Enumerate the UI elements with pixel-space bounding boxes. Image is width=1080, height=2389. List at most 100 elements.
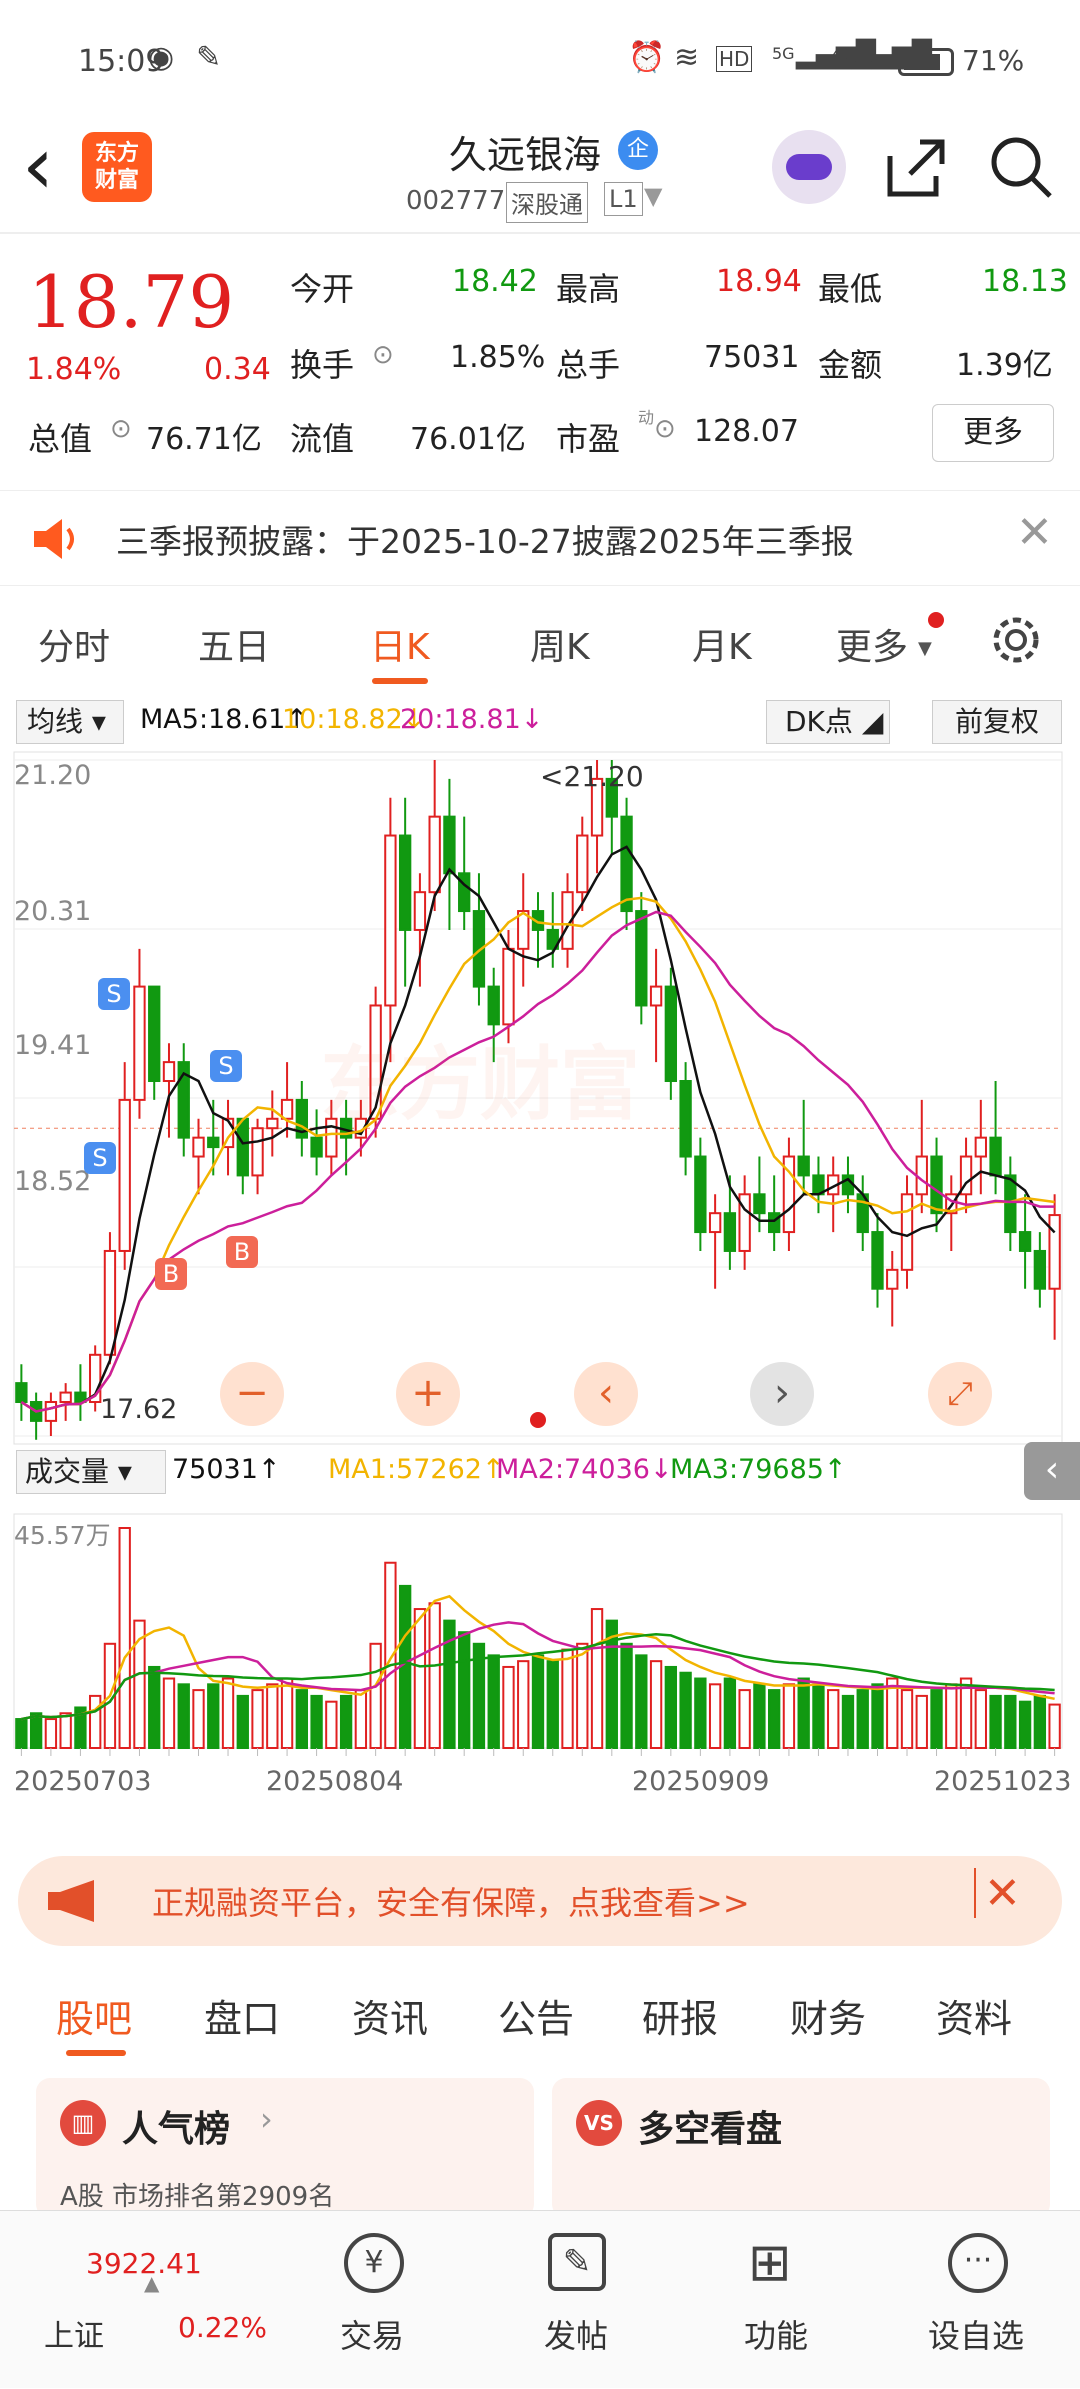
price-tick-3: 19.41 bbox=[14, 1030, 92, 1061]
volume-selector[interactable]: 成交量 ▾ bbox=[16, 1450, 166, 1494]
close-icon[interactable]: ✕ bbox=[984, 1868, 1021, 1919]
sell-marker[interactable]: S bbox=[210, 1050, 242, 1082]
more-icon: ··· bbox=[948, 2233, 1008, 2293]
notice-bar[interactable]: 三季报预披露：于2025-10-27披露2025年三季报 ✕ bbox=[0, 490, 1080, 586]
info-icon[interactable]: ⊙ bbox=[372, 340, 394, 370]
tab-five-day[interactable]: 五日 bbox=[198, 618, 270, 670]
volume-bar bbox=[339, 1694, 353, 1749]
buy-marker[interactable]: B bbox=[155, 1258, 187, 1290]
kline-chart-area[interactable]: 均线 ▾ MA5:18.61↑ 10:18.82↓ 20:18.81↓ DK点 … bbox=[0, 690, 1080, 1840]
assistant-avatar[interactable] bbox=[772, 130, 846, 204]
nav-add-favorite[interactable]: ··· 设自选 bbox=[876, 2211, 1076, 2389]
volume-bar bbox=[148, 1665, 161, 1750]
tab-daily-k[interactable]: 日K bbox=[370, 618, 430, 670]
high-label: 最高 bbox=[556, 270, 621, 308]
candle-body bbox=[1018, 1231, 1032, 1252]
high-marker: <21.20 bbox=[540, 760, 644, 793]
candle-body bbox=[1033, 1249, 1047, 1290]
next-button[interactable]: › bbox=[750, 1362, 814, 1426]
volume-bar bbox=[945, 1683, 958, 1750]
nav-post[interactable]: ✎ 发帖 bbox=[476, 2211, 676, 2389]
volume-bar bbox=[266, 1683, 279, 1750]
vol-ma3: MA3:79685↑ bbox=[670, 1454, 847, 1485]
chevron-down-icon[interactable]: ▼ bbox=[644, 182, 662, 210]
search-icon[interactable] bbox=[988, 134, 1054, 200]
sell-marker[interactable]: S bbox=[98, 978, 130, 1010]
ma10-line bbox=[20, 896, 1055, 1413]
amount-label: 金额 bbox=[818, 346, 883, 384]
date-tick-1: 20250703 bbox=[14, 1766, 152, 1797]
close-icon[interactable]: ✕ bbox=[1016, 507, 1053, 558]
vol-ma1: MA1:57262↑ bbox=[328, 1454, 505, 1485]
candle-body bbox=[871, 1231, 884, 1290]
volume-bar bbox=[620, 1642, 633, 1750]
candle-body bbox=[1004, 1174, 1017, 1234]
tab-guba[interactable]: 股吧 bbox=[56, 1988, 132, 2043]
collapse-panel-button[interactable]: ‹ bbox=[1024, 1442, 1080, 1500]
stock-code: 002777 bbox=[406, 186, 506, 216]
tab-finance[interactable]: 财务 bbox=[790, 1988, 866, 2043]
zoom-out-button[interactable]: − bbox=[220, 1362, 284, 1426]
prev-button[interactable]: ‹ bbox=[574, 1362, 638, 1426]
popularity-card[interactable]: ▥ 人气榜 › A股 市场排名第2909名 bbox=[36, 2078, 534, 2218]
fullscreen-icon[interactable]: ⤢ bbox=[928, 1362, 992, 1426]
candle-body bbox=[428, 815, 441, 894]
tab-monthly-k[interactable]: 月K bbox=[692, 618, 752, 670]
volume-bar bbox=[797, 1677, 810, 1749]
position-dot bbox=[530, 1412, 546, 1428]
settings-icon[interactable] bbox=[988, 612, 1044, 668]
nav-functions[interactable]: ⊞ 功能 bbox=[676, 2211, 876, 2389]
candle-body bbox=[797, 1155, 810, 1177]
buy-marker[interactable]: B bbox=[226, 1236, 258, 1268]
trade-icon: ¥ bbox=[344, 2233, 404, 2293]
volume-bar bbox=[1004, 1694, 1017, 1749]
volume-bar bbox=[251, 1689, 264, 1750]
candle-body bbox=[162, 1061, 176, 1083]
candle-body bbox=[118, 1098, 131, 1252]
candle-body bbox=[915, 1155, 928, 1196]
tab-research[interactable]: 研报 bbox=[642, 1988, 718, 2043]
tab-more[interactable]: 更多 bbox=[836, 618, 908, 670]
info-icon-3[interactable]: ⊙ bbox=[654, 414, 676, 444]
volume-bar bbox=[413, 1608, 427, 1749]
candle-body bbox=[768, 1212, 781, 1234]
nav-functions-label: 功能 bbox=[743, 2317, 808, 2355]
bull-bear-card[interactable]: VS 多空看盘 bbox=[552, 2078, 1050, 2218]
back-icon[interactable]: ‹ bbox=[22, 126, 54, 206]
hd-badge: HD bbox=[716, 46, 753, 72]
volume-bar bbox=[841, 1694, 855, 1749]
watermark: 东方财富 bbox=[320, 1038, 640, 1131]
battery-text: 71% bbox=[962, 44, 1025, 77]
sell-marker[interactable]: S bbox=[84, 1142, 116, 1174]
info-icon-2[interactable]: ⊙ bbox=[110, 414, 132, 444]
float-label: 流值 bbox=[290, 420, 355, 458]
volume-bar bbox=[531, 1654, 545, 1749]
financing-banner[interactable]: 正规融资平台，安全有保障，点我查看>> ✕ bbox=[18, 1856, 1062, 1946]
volume-bar bbox=[221, 1677, 235, 1749]
volume-bar bbox=[44, 1718, 58, 1749]
tab-news[interactable]: 资讯 bbox=[352, 1988, 428, 2043]
period-tabs: 分时 五日 日K 周K 月K 更多 ▼ bbox=[0, 590, 1080, 690]
volume-bar bbox=[782, 1683, 796, 1750]
share-icon[interactable] bbox=[886, 136, 948, 198]
tab-intraday[interactable]: 分时 bbox=[38, 618, 110, 670]
eye-icon: ◉ bbox=[148, 40, 175, 75]
index-widget[interactable]: 3922.41 ▲ 上证 0.22% bbox=[20, 2211, 267, 2389]
nav-trade[interactable]: ¥ 交易 bbox=[272, 2211, 472, 2389]
candle-body bbox=[207, 1136, 220, 1149]
volume-bar bbox=[325, 1700, 338, 1749]
tab-announcements[interactable]: 公告 bbox=[498, 1988, 574, 2043]
mktcap-label: 总值 bbox=[28, 420, 93, 458]
candle-body bbox=[458, 872, 471, 913]
more-button[interactable]: 更多 bbox=[932, 404, 1054, 462]
volume-bar bbox=[856, 1689, 869, 1750]
current-price: 18.79 bbox=[28, 260, 235, 344]
tab-weekly-k[interactable]: 周K bbox=[530, 618, 590, 670]
volume-bar bbox=[487, 1654, 500, 1749]
tab-profile[interactable]: 资料 bbox=[936, 1988, 1012, 2043]
volume-bar bbox=[310, 1694, 323, 1749]
zoom-in-button[interactable]: + bbox=[396, 1362, 460, 1426]
tab-pankou[interactable]: 盘口 bbox=[204, 1988, 280, 2043]
nav-post-label: 发帖 bbox=[543, 2317, 608, 2355]
volume-bar bbox=[15, 1718, 28, 1749]
